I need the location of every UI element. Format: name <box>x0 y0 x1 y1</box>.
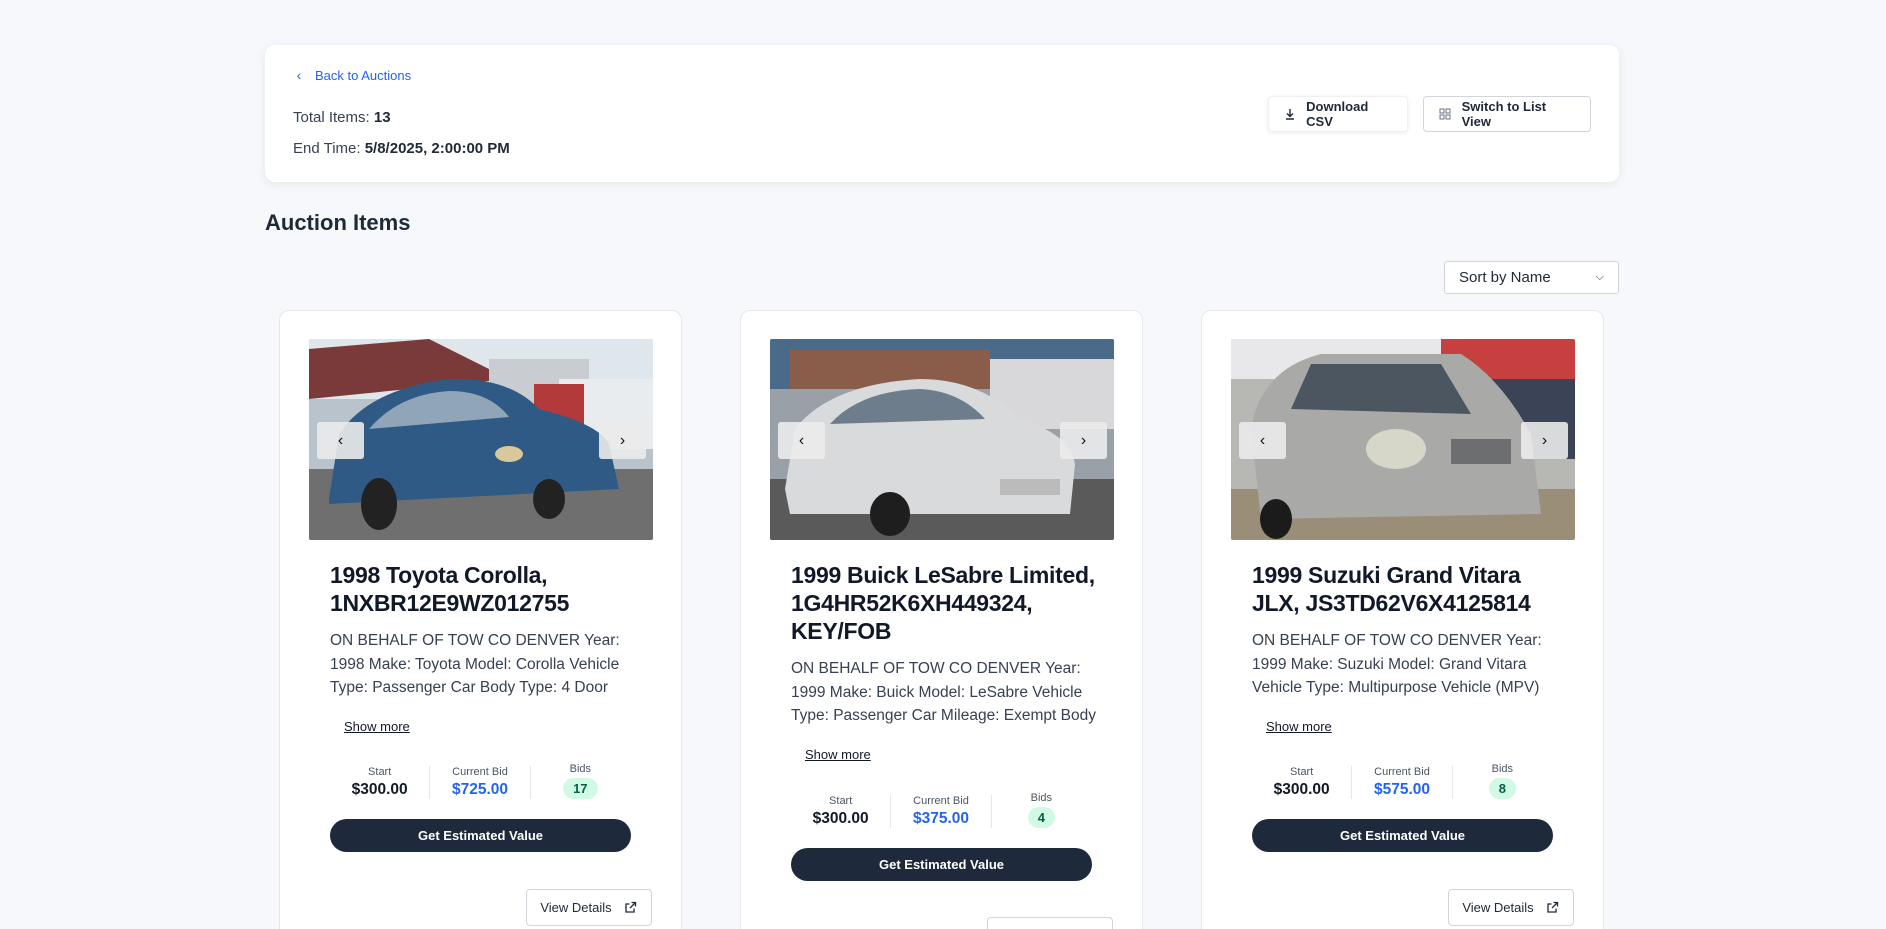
bid-stats: Start $300.00 Current Bid $375.00 Bids 4 <box>791 792 1091 828</box>
view-details-button[interactable]: View Details <box>987 917 1113 929</box>
auction-item-card: ‹ › 1998 Toyota Corolla, 1NXBR12E9WZ0127… <box>279 310 682 929</box>
item-title: 1998 Toyota Corolla, 1NXBR12E9WZ012755 <box>330 562 570 616</box>
current-bid: $375.00 <box>912 810 969 827</box>
chevron-left-icon: ‹ <box>798 431 805 449</box>
item-description: ON BEHALF OF TOW CO DENVER Year: 1998 Ma… <box>330 632 620 696</box>
total-items-value: 13 <box>373 109 391 126</box>
bid-stats: Start $300.00 Current Bid $575.00 Bids 8 <box>1252 763 1552 799</box>
back-label: Back to Auctions <box>315 67 412 83</box>
chevron-left-icon: ‹ <box>296 67 302 83</box>
bids-stat: Bids 8 <box>1451 763 1552 799</box>
start-stat: Start $300.00 <box>791 795 890 828</box>
chevron-right-icon: › <box>619 431 626 449</box>
start-stat: Start $300.00 <box>330 766 429 799</box>
show-more-link[interactable]: Show more <box>344 719 410 734</box>
next-photo-button[interactable]: › <box>599 422 646 459</box>
current-bid: $725.00 <box>451 781 508 798</box>
grid-icon <box>1438 107 1452 121</box>
current-bid-stat: Current Bid $725.00 <box>429 766 529 799</box>
item-title: 1999 Buick LeSabre Limited, 1G4HR52K6XH4… <box>791 562 1095 644</box>
bids-stat: Bids 17 <box>529 763 630 799</box>
chevron-right-icon: › <box>1541 431 1548 449</box>
current-bid-stat: Current Bid $575.00 <box>1351 766 1451 799</box>
bids-stat: Bids 4 <box>990 792 1091 828</box>
previous-photo-button[interactable]: ‹ <box>1239 422 1286 459</box>
get-estimated-value-button[interactable]: Get Estimated Value <box>1252 819 1553 852</box>
end-time-value: 5/8/2025, 2:00:00 PM <box>364 140 510 157</box>
bid-stats: Start $300.00 Current Bid $725.00 Bids 1… <box>330 763 630 799</box>
next-photo-button[interactable]: › <box>1521 422 1568 459</box>
bids-count-badge: 4 <box>1027 807 1055 828</box>
previous-photo-button[interactable]: ‹ <box>778 422 825 459</box>
bids-count-badge: 8 <box>1488 778 1516 799</box>
start-price: $300.00 <box>351 781 408 798</box>
download-csv-button[interactable]: Download CSV <box>1268 96 1408 132</box>
chevron-down-icon: ⌵ <box>1595 271 1604 283</box>
back-to-auctions-link[interactable]: ‹ Back to Auctions <box>293 67 411 83</box>
external-link-icon <box>624 901 638 915</box>
get-estimated-value-button[interactable]: Get Estimated Value <box>330 819 631 852</box>
view-details-button[interactable]: View Details <box>1448 889 1574 926</box>
start-price: $300.00 <box>1273 781 1330 798</box>
total-items: Total Items: 13 <box>293 109 391 126</box>
show-more-link[interactable]: Show more <box>1266 719 1332 734</box>
start-price: $300.00 <box>812 810 869 827</box>
current-bid-stat: Current Bid $375.00 <box>890 795 990 828</box>
bids-count-badge: 17 <box>563 778 598 799</box>
show-more-link[interactable]: Show more <box>805 747 871 762</box>
auction-item-card: ‹ › 1999 Suzuki Grand Vitara JLX, JS3TD6… <box>1201 310 1604 929</box>
current-bid: $575.00 <box>1373 781 1430 798</box>
view-details-button[interactable]: View Details <box>526 889 652 926</box>
auction-item-card: ‹ › 1999 Buick LeSabre Limited, 1G4HR52K… <box>740 310 1143 929</box>
item-title: 1999 Suzuki Grand Vitara JLX, JS3TD62V6X… <box>1252 562 1531 616</box>
previous-photo-button[interactable]: ‹ <box>317 422 364 459</box>
chevron-left-icon: ‹ <box>1259 431 1266 449</box>
item-description: ON BEHALF OF TOW CO DENVER Year: 1999 Ma… <box>1252 632 1542 696</box>
item-description: ON BEHALF OF TOW CO DENVER Year: 1999 Ma… <box>791 660 1096 724</box>
chevron-left-icon: ‹ <box>337 431 344 449</box>
section-title: Auction Items <box>265 210 411 235</box>
get-estimated-value-button[interactable]: Get Estimated Value <box>791 848 1092 881</box>
chevron-right-icon: › <box>1080 431 1087 449</box>
start-stat: Start $300.00 <box>1252 766 1351 799</box>
end-time: End Time: 5/8/2025, 2:00:00 PM <box>293 140 510 157</box>
next-photo-button[interactable]: › <box>1060 422 1107 459</box>
switch-to-list-view-button[interactable]: Switch to List View <box>1423 96 1591 132</box>
download-icon <box>1283 107 1296 121</box>
external-link-icon <box>1546 901 1560 915</box>
auction-header-card: ‹ Back to Auctions Total Items: 13 End T… <box>265 45 1619 182</box>
sort-select[interactable]: Sort by Name ⌵ <box>1444 261 1619 294</box>
